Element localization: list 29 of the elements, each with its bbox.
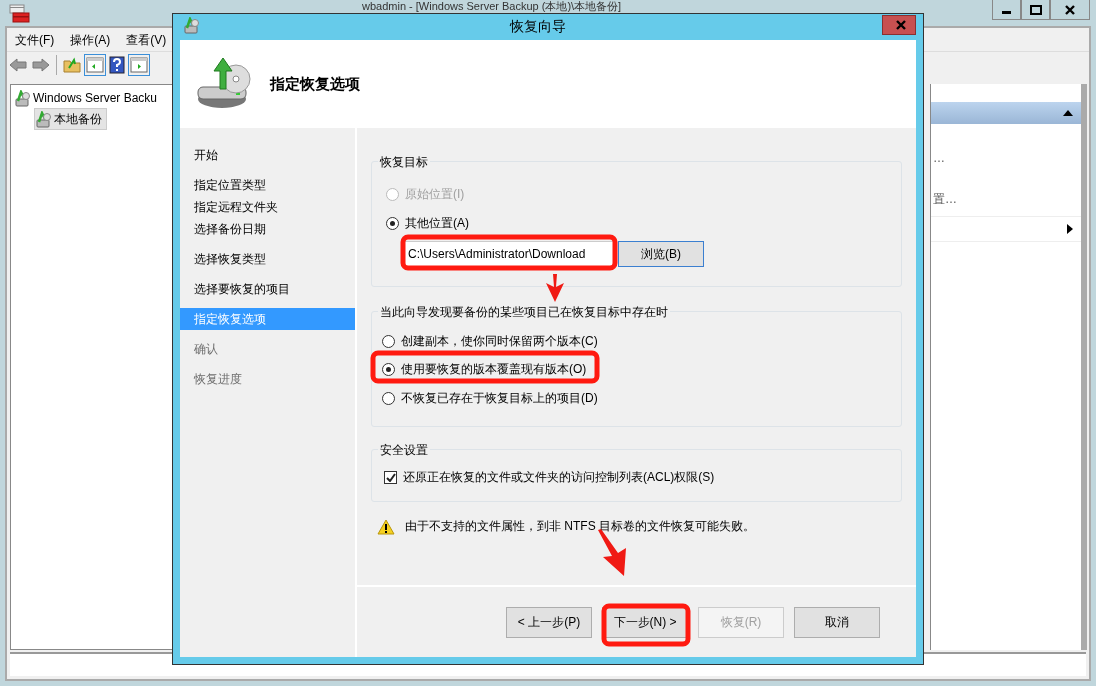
wizard-button[interactable]: < 上一步(P)	[506, 606, 592, 638]
radio-option[interactable]: 不恢复已存在于恢复目标上的项目(D)	[382, 387, 891, 409]
menu-item[interactable]: 操作(A)	[70, 32, 111, 47]
wizard-button[interactable]: 取消	[794, 606, 880, 638]
checkbox-option[interactable]: 还原正在恢复的文件或文件夹的访问控制列表(ACL)权限(S)	[384, 469, 891, 486]
wizard-step[interactable]: 选择恢复类型	[180, 248, 355, 270]
group-label: 安全设置	[378, 442, 430, 459]
group-label: 当此向导发现要备份的某些项目已在恢复目标中存在时	[378, 304, 670, 321]
menu-item[interactable]: 文件(F)	[15, 32, 55, 47]
wizard-step[interactable]: 选择要恢复的项目	[180, 278, 355, 300]
tree-item[interactable]: 本地备份	[34, 108, 107, 130]
wizard-step[interactable]: 开始	[180, 144, 355, 166]
group-label: 恢复目标	[378, 154, 430, 171]
warning-text: 由于不支持的文件属性，到非 NTFS 目标卷的文件恢复可能失败。	[405, 518, 755, 535]
page-heading: 指定恢复选项	[270, 74, 360, 94]
menu-item[interactable]: 查看(V)	[126, 32, 167, 47]
window-title: wbadmin - [Windows Server Backup (本地)\本地备份]	[362, 0, 622, 12]
action-item[interactable]: 置…	[931, 192, 1081, 206]
radio-option[interactable]: 使用要恢复的版本覆盖现有版本(O)	[382, 358, 891, 381]
wizard-step[interactable]: 指定位置类型	[180, 174, 355, 196]
tree-item[interactable]: Windows Server Backu	[14, 88, 162, 108]
dialog-title: 恢复向导	[508, 18, 567, 36]
wizard-step[interactable]: 选择备份日期	[180, 218, 355, 240]
browse-button[interactable]: 浏览(B)	[618, 241, 704, 267]
radio-option[interactable]: 创建副本，使你同时保留两个版本(C)	[382, 330, 891, 352]
action-item[interactable]: …	[931, 151, 1081, 165]
path-field[interactable]: C:\Users\Administrator\Download	[404, 241, 616, 267]
radio-option[interactable]: 其他位置(A)	[386, 212, 891, 234]
wizard-step[interactable]: 指定远程文件夹	[180, 196, 355, 218]
